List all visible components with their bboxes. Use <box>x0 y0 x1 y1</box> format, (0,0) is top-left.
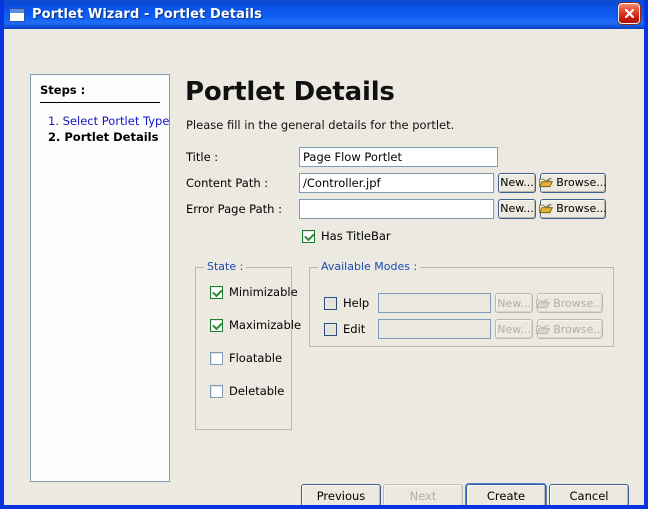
form-row-content-path: Content Path : New... Browse... <box>186 172 607 193</box>
close-x-glyph <box>624 8 634 19</box>
error-page-path-new-button[interactable]: New... <box>498 198 536 219</box>
content-path-new-button[interactable]: New... <box>498 172 536 193</box>
error-page-path-label: Error Page Path : <box>186 201 282 216</box>
steps-panel: Steps : 1. Select Portlet Type 2. Portle… <box>30 74 170 482</box>
state-item-floatable[interactable]: Floatable <box>210 351 282 365</box>
folder-icon <box>539 203 554 214</box>
step-item-portlet-details[interactable]: 2. Portlet Details <box>40 129 160 145</box>
folder-icon <box>536 298 551 308</box>
cancel-button[interactable]: Cancel <box>549 484 629 505</box>
help-checkbox-row[interactable]: Help <box>324 296 372 310</box>
help-browse-label: Browse... <box>553 296 604 310</box>
maximizable-label: Maximizable <box>229 318 302 332</box>
has-titlebar-checkbox[interactable] <box>302 229 315 243</box>
deletable-checkbox[interactable] <box>210 384 223 398</box>
edit-new-button[interactable]: New... <box>495 319 533 339</box>
steps-divider <box>40 102 160 103</box>
available-modes-group-legend: Available Modes : <box>318 260 421 273</box>
error-page-path-input[interactable] <box>299 198 494 219</box>
title-input[interactable] <box>299 146 498 167</box>
error-page-path-browse-button[interactable]: Browse... <box>539 198 607 219</box>
help-new-button[interactable]: New... <box>495 293 533 313</box>
window-icon <box>9 7 25 22</box>
folder-icon <box>536 324 551 334</box>
floatable-label: Floatable <box>229 351 283 365</box>
available-modes-groupbox: Available Modes : Help New... Browse... <box>309 260 614 347</box>
mode-row-help: Help New... Browse... <box>324 293 604 313</box>
minimizable-checkbox[interactable] <box>210 285 223 299</box>
content-path-input[interactable] <box>299 172 494 193</box>
previous-button[interactable]: Previous <box>301 484 381 505</box>
help-browse-button[interactable]: Browse... <box>536 293 604 313</box>
state-group-legend: State : <box>204 260 247 273</box>
error-page-path-browse-label: Browse... <box>556 202 607 215</box>
close-icon[interactable] <box>618 3 640 24</box>
dialog-content: Steps : 1. Select Portlet Type 2. Portle… <box>4 29 644 505</box>
floatable-checkbox[interactable] <box>210 351 223 365</box>
page-title: Portlet Details <box>185 77 395 107</box>
edit-checkbox-row[interactable]: Edit <box>324 322 372 336</box>
steps-heading: Steps : <box>40 83 86 97</box>
title-label: Title : <box>186 149 219 164</box>
next-button[interactable]: Next <box>383 484 463 505</box>
edit-path-input[interactable] <box>378 319 491 339</box>
mode-row-edit: Edit New... Browse... <box>324 319 604 339</box>
has-titlebar-label: Has TitleBar <box>321 229 391 243</box>
create-button[interactable]: Create <box>466 484 546 505</box>
state-item-minimizable[interactable]: Minimizable <box>210 285 298 299</box>
content-path-label: Content Path : <box>186 175 269 190</box>
minimizable-label: Minimizable <box>229 285 298 299</box>
portlet-wizard-dialog: Portlet Wizard - Portlet Details Steps :… <box>0 0 648 509</box>
page-subtitle: Please fill in the general details for t… <box>186 118 455 132</box>
window-titlebar[interactable]: Portlet Wizard - Portlet Details <box>4 0 644 29</box>
help-label: Help <box>343 296 370 310</box>
edit-label: Edit <box>343 322 366 336</box>
window-title: Portlet Wizard - Portlet Details <box>32 7 262 22</box>
help-path-input[interactable] <box>378 293 491 313</box>
state-item-maximizable[interactable]: Maximizable <box>210 318 301 332</box>
step-item-select-portlet-type[interactable]: 1. Select Portlet Type <box>40 113 169 129</box>
edit-browse-label: Browse... <box>553 322 604 336</box>
help-checkbox[interactable] <box>324 296 337 310</box>
content-path-browse-button[interactable]: Browse... <box>539 172 607 193</box>
form-row-error-page-path: Error Page Path : New... Browse... <box>186 198 607 219</box>
folder-icon <box>539 177 554 188</box>
edit-browse-button[interactable]: Browse... <box>536 319 604 339</box>
maximizable-checkbox[interactable] <box>210 318 223 332</box>
edit-checkbox[interactable] <box>324 322 337 336</box>
form-row-title: Title : <box>186 146 606 167</box>
state-groupbox: State : Minimizable Maximizable Floatabl… <box>195 260 301 430</box>
has-titlebar-checkbox-row[interactable]: Has TitleBar <box>302 229 391 243</box>
content-path-browse-label: Browse... <box>556 176 607 189</box>
state-item-deletable[interactable]: Deletable <box>210 384 284 398</box>
deletable-label: Deletable <box>229 384 285 398</box>
